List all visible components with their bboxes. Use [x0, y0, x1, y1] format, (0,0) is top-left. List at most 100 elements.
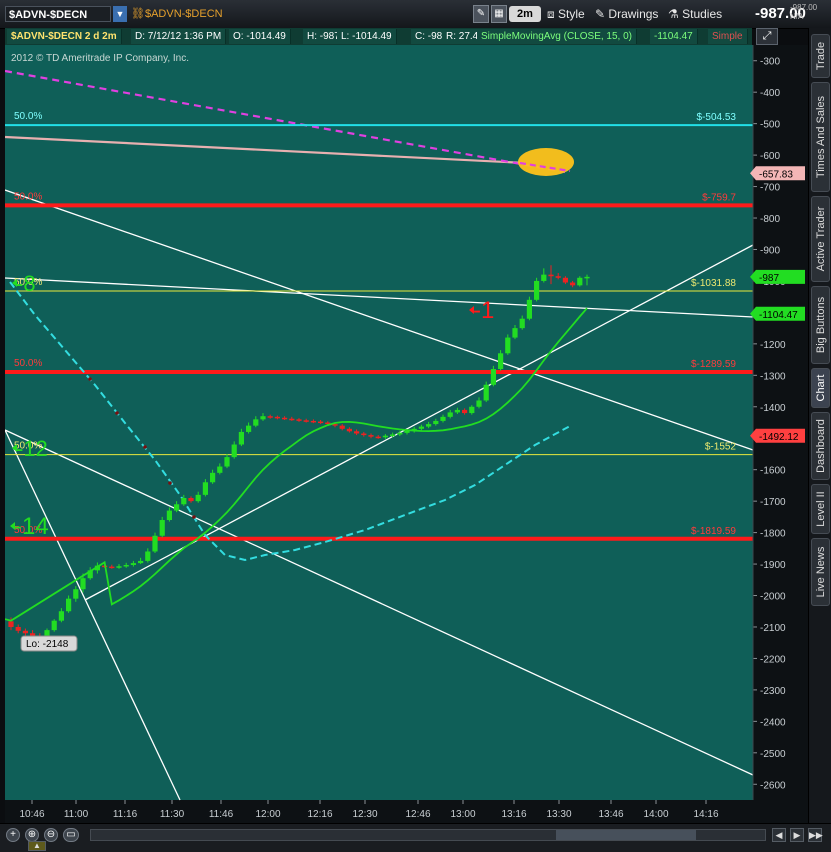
- info-open: O: -1014.49: [229, 29, 291, 44]
- candle-body: [310, 420, 316, 423]
- candle-body: [58, 611, 64, 621]
- y-tick-label: -1200: [760, 340, 786, 351]
- candle-body: [483, 384, 489, 401]
- symbol-link-label[interactable]: ⛓$ADVN-$DECN: [131, 6, 223, 22]
- scroll-right-icon[interactable]: ▶: [790, 828, 804, 842]
- candle-body: [454, 409, 460, 413]
- candle-body: [253, 419, 259, 426]
- x-tick-label: 11:30: [160, 809, 185, 820]
- scroll-left-icon[interactable]: ◀: [772, 828, 786, 842]
- dashed-marker-dot: [192, 515, 196, 519]
- x-tick-label: 12:16: [307, 809, 332, 820]
- x-tick-label: 14:00: [643, 809, 668, 820]
- style-button[interactable]: ⧈ Style: [547, 6, 585, 22]
- y-tick-label: -2100: [760, 623, 786, 634]
- candle-body: [433, 420, 439, 425]
- candle-body: [267, 416, 273, 418]
- candle-body: [469, 406, 475, 414]
- side-tab-big-buttons[interactable]: Big Buttons: [811, 286, 830, 364]
- candle-body: [202, 482, 208, 495]
- dashed-marker-dot: [115, 411, 119, 415]
- x-tick-label: 13:16: [501, 809, 526, 820]
- reset-zoom-icon[interactable]: ▭: [63, 828, 79, 842]
- candle-body: [505, 337, 511, 354]
- candle-body: [318, 421, 324, 424]
- y-tick-label: -600: [760, 151, 780, 162]
- candle-body: [109, 566, 115, 569]
- time-scrollbar[interactable]: [90, 829, 766, 841]
- side-tab-dashboard[interactable]: Dashboard: [811, 412, 830, 480]
- timeframe-button[interactable]: 2m: [509, 6, 541, 22]
- candle-body: [296, 419, 302, 421]
- price-bubble: -1492.12: [750, 428, 805, 443]
- chart-info-bar: $ADVN-$DECN 2 d 2m D: 7/12/12 1:36 PM O:…: [5, 28, 752, 46]
- side-tab-chart[interactable]: Chart: [811, 368, 830, 408]
- side-tab-times-and-sales[interactable]: Times And Sales: [811, 82, 830, 192]
- x-tick-label: 13:46: [598, 809, 623, 820]
- candle-body: [217, 466, 223, 473]
- y-tick-label: -2300: [760, 686, 786, 697]
- fib-price-label: $-1031.88: [691, 278, 736, 289]
- candle-body: [80, 578, 86, 590]
- candle-body: [224, 457, 230, 467]
- side-tab-label: Chart: [814, 374, 827, 402]
- y-tick-label: -2400: [760, 717, 786, 728]
- fib-price-label: $-1289.59: [691, 359, 736, 370]
- drawings-button[interactable]: ✎ Drawings: [595, 6, 658, 22]
- candle-body: [130, 563, 136, 566]
- price-bubble: -987: [750, 269, 805, 284]
- expand-icon[interactable]: +: [6, 828, 20, 842]
- candle-body: [519, 318, 525, 329]
- grid-icon[interactable]: ▦: [491, 5, 507, 23]
- fib-price-label: $-759.7: [702, 192, 736, 203]
- candle-body: [73, 589, 79, 599]
- side-tab-label: Times And Sales: [814, 95, 827, 179]
- side-tab-active-trader[interactable]: Active Trader: [811, 196, 830, 282]
- side-tab-level-ii[interactable]: Level II: [811, 484, 830, 534]
- bottom-bar: + ⊕ ⊖ ▭ ◀ ▶ ▶▶ ▲: [0, 823, 831, 852]
- x-tick-label: 12:30: [352, 809, 377, 820]
- chart-area[interactable]: 50.0% $-504.53 50.0% $-759.7 50.0% $-1031.88 5…: [4, 45, 808, 825]
- candle-body: [159, 520, 165, 536]
- candle-body: [51, 620, 57, 631]
- chart-tools-icon[interactable]: ⤢: [756, 28, 778, 45]
- side-tab-trade[interactable]: Trade: [811, 34, 830, 78]
- price-bubble-label: -987: [759, 273, 779, 284]
- zoom-in-icon[interactable]: ⊕: [25, 828, 39, 842]
- x-tick-label: 12:00: [255, 809, 280, 820]
- copyright-text: 2012 © TD Ameritrade IP Company, Inc.: [11, 53, 189, 64]
- candle-body: [555, 276, 561, 278]
- scroll-end-icon[interactable]: ▶▶: [808, 828, 823, 842]
- side-tab-label: Trade: [814, 41, 827, 71]
- candle-body: [368, 435, 374, 437]
- candle-body: [123, 565, 129, 567]
- studies-button[interactable]: ⚗ Studies: [668, 6, 722, 22]
- price-bubble-label: -1492.12: [759, 432, 799, 443]
- dashed-marker-dot: [143, 445, 147, 449]
- x-tick-label: 11:00: [64, 809, 89, 820]
- y-tick-label: -1600: [760, 466, 786, 477]
- info-study: SimpleMovingAvg (CLOSE, 15, 0): [477, 29, 637, 44]
- y-tick-label: -800: [760, 214, 780, 225]
- y-tick-label: -2000: [760, 592, 786, 603]
- candle-body: [195, 494, 201, 502]
- y-tick-label: -400: [760, 88, 780, 99]
- collapse-up-icon[interactable]: ▲: [28, 841, 46, 851]
- candle-body: [382, 435, 388, 438]
- side-tab-live-news[interactable]: Live News: [811, 538, 830, 606]
- candle-body: [562, 277, 568, 283]
- fib-pct-label: 50.0%: [14, 111, 42, 122]
- side-tab-label: Live News: [814, 546, 827, 598]
- price-chart-svg[interactable]: 50.0% $-504.5350.0% $-759.750.0% $-1031.885…: [4, 45, 808, 825]
- symbol-dropdown-button[interactable]: ▼: [113, 6, 127, 22]
- price-bubble-label: -657.83: [759, 169, 793, 180]
- y-tick-label: -2200: [760, 654, 786, 665]
- zoom-out-icon[interactable]: ⊖: [44, 828, 58, 842]
- candle-body: [138, 560, 144, 564]
- draw-tools-icon[interactable]: ✎: [473, 5, 489, 23]
- symbol-input[interactable]: $ADVN-$DECN: [5, 6, 111, 22]
- x-tick-label: 11:16: [113, 809, 138, 820]
- y-tick-label: -1900: [760, 560, 786, 571]
- scroll-thumb[interactable]: [556, 830, 696, 840]
- candle-body: [476, 400, 482, 407]
